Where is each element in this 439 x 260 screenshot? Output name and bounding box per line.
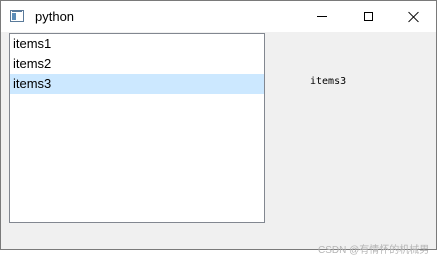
list-item-items2[interactable]: items2 (10, 54, 264, 74)
list-item-items1[interactable]: items1 (10, 34, 264, 54)
selected-item-label: items3 (310, 76, 347, 87)
list-item-items3[interactable]: items3 (10, 74, 264, 94)
main-window: python items1 items2 items3 items3 (0, 0, 437, 250)
minimize-button[interactable] (299, 1, 345, 32)
maximize-button[interactable] (345, 1, 391, 32)
close-button[interactable] (391, 1, 437, 32)
minimize-icon (317, 16, 327, 17)
items-list[interactable]: items1 items2 items3 (9, 33, 265, 223)
maximize-icon (363, 12, 373, 21)
window-title: python (35, 9, 75, 24)
title-bar[interactable]: python (1, 1, 436, 32)
app-window-icon (10, 10, 24, 22)
watermark: CSDN @有情怀的机械男 (318, 245, 430, 256)
close-icon (408, 11, 420, 23)
